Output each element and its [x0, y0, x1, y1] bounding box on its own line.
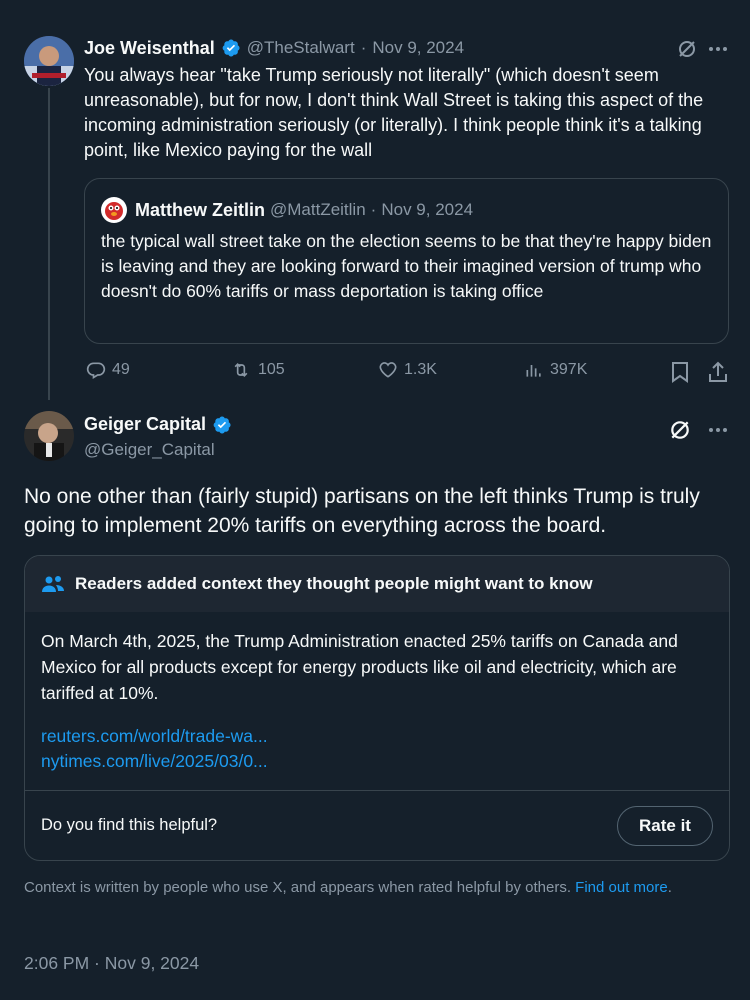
people-icon: [42, 576, 64, 592]
grok-icon[interactable]: [668, 418, 692, 442]
views-count: 397K: [550, 361, 588, 378]
note-footer-text: Context is written by people who use X, …: [24, 879, 571, 896]
tweet1-text: You always hear "take Trump seriously no…: [84, 65, 704, 160]
source-link-reuters[interactable]: reuters.com/world/trade-wa...: [41, 726, 268, 746]
source-link-nytimes[interactable]: nytimes.com/live/2025/03/0...: [41, 751, 268, 771]
quoted-tweet-text: the typical wall street take on the elec…: [101, 231, 712, 301]
quoted-author-handle[interactable]: @MattZeitlin: [270, 200, 366, 220]
community-note-title: Readers added context they thought peopl…: [75, 574, 593, 593]
share-icon: [709, 361, 727, 382]
quoted-tweet-date[interactable]: Nov 9, 2024: [381, 200, 473, 220]
tweet2-header: Geiger Capital: [84, 414, 232, 435]
footer-period: .: [667, 879, 672, 896]
community-note: Readers added context they thought peopl…: [24, 555, 730, 861]
more-options-icon[interactable]: [706, 418, 730, 442]
find-out-more-link[interactable]: Find out more: [575, 879, 668, 896]
tweet-date[interactable]: Nov 9, 2024: [372, 38, 464, 58]
repost-icon: [234, 362, 248, 378]
bookmark-button[interactable]: [668, 360, 692, 384]
verified-badge-icon: [221, 38, 241, 58]
separator-dot: ·: [360, 38, 367, 57]
separator-dot: ·: [370, 200, 377, 219]
verified-badge-icon: [212, 415, 232, 435]
author-handle[interactable]: @TheStalwart: [247, 38, 355, 58]
views-chart-icon: [526, 365, 541, 377]
reply-count: 49: [112, 361, 130, 378]
reply-button[interactable]: 49: [86, 360, 130, 380]
avatar-joe-weisenthal[interactable]: [24, 36, 74, 86]
note-footer: Context is written by people who use X, …: [24, 877, 724, 898]
helpful-question: Do you find this helpful?: [41, 816, 218, 834]
rate-it-button[interactable]: Rate it: [617, 806, 713, 846]
repost-button[interactable]: 105: [230, 360, 285, 380]
tweet1-header: Joe Weisenthal @TheStalwart · Nov 9, 202…: [84, 36, 464, 60]
author-name[interactable]: Joe Weisenthal: [84, 38, 215, 59]
community-note-body: On March 4th, 2025, the Trump Administra…: [41, 631, 678, 703]
author-name[interactable]: Geiger Capital: [84, 414, 206, 435]
tweet-timestamp[interactable]: 2:06 PM · Nov 9, 2024: [24, 953, 199, 974]
tweet2-text: No one other than (fairly stupid) partis…: [24, 485, 700, 537]
community-note-header: Readers added context they thought peopl…: [25, 556, 729, 612]
more-options-icon[interactable]: [706, 38, 730, 60]
author-handle[interactable]: @Geiger_Capital: [84, 440, 215, 460]
quoted-author-name[interactable]: Matthew Zeitlin: [135, 200, 265, 221]
avatar-geiger-capital[interactable]: [24, 411, 74, 461]
heart-icon: [379, 362, 397, 378]
quoted-tweet-header: Matthew Zeitlin @MattZeitlin · Nov 9, 20…: [135, 198, 473, 222]
bookmark-icon: [672, 362, 688, 383]
repost-count: 105: [258, 361, 285, 378]
reply-icon: [86, 362, 106, 379]
like-button[interactable]: 1.3K: [378, 360, 437, 380]
like-count: 1.3K: [404, 361, 437, 378]
quoted-tweet[interactable]: Matthew Zeitlin @MattZeitlin · Nov 9, 20…: [84, 178, 729, 344]
grok-icon[interactable]: [676, 38, 698, 60]
thread-connector-line: [48, 88, 50, 400]
share-button[interactable]: [706, 360, 730, 384]
avatar-matthew-zeitlin[interactable]: [101, 197, 127, 223]
views-button[interactable]: 397K: [524, 360, 587, 380]
note-divider: [25, 790, 729, 791]
